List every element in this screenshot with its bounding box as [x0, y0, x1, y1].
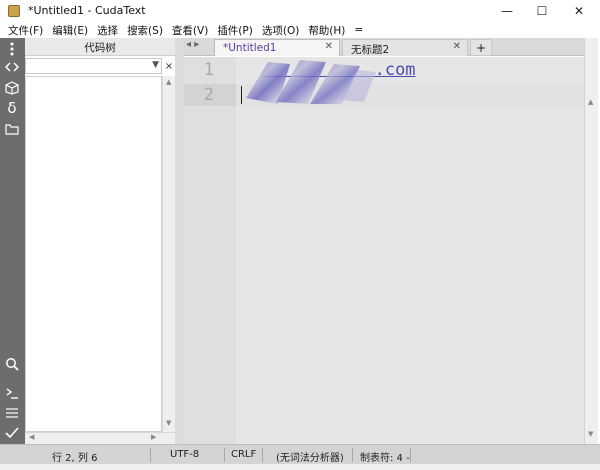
tab-label: 无标题2: [351, 44, 390, 56]
status-bar: 行 2, 列 6 UTF-8 CRLF (无词法分析器) 制表符: 4 -: [0, 444, 600, 464]
code-tree-filter-combo[interactable]: ▼: [25, 58, 162, 74]
status-divider: [150, 448, 151, 462]
status-divider: [410, 448, 411, 462]
line-number-1: 1: [203, 60, 214, 80]
panel-splitter[interactable]: [175, 38, 184, 444]
close-icon[interactable]: ✕: [325, 41, 333, 52]
search-icon[interactable]: [3, 355, 21, 373]
code-tree-list[interactable]: [25, 76, 162, 432]
status-lexer[interactable]: (无词法分析器): [276, 449, 344, 464]
app-logo-icon: [8, 5, 20, 17]
folder-icon[interactable]: [3, 120, 21, 138]
menu-plugins[interactable]: 插件(P): [217, 23, 253, 38]
status-divider: [262, 448, 263, 462]
tab-untitled2[interactable]: 无标题2 ✕: [342, 39, 468, 56]
status-divider: [224, 448, 225, 462]
menu-help[interactable]: 帮助(H): [308, 23, 345, 38]
close-button[interactable]: ✕: [562, 0, 596, 22]
chevron-down-icon[interactable]: ▼: [152, 60, 159, 70]
maximize-button[interactable]: ☐: [525, 0, 559, 22]
menu-file[interactable]: 文件(F): [8, 23, 43, 38]
tab-label: *Untitled1: [223, 42, 277, 54]
scroll-left-icon[interactable]: ◀: [29, 433, 34, 441]
code-line-1-text: .com: [374, 60, 416, 80]
code-tree-icon[interactable]: [3, 58, 21, 76]
code-tree-title: 代码树: [84, 42, 116, 54]
scroll-right-icon[interactable]: ▶: [151, 433, 156, 441]
menu-extra[interactable]: =: [354, 24, 363, 36]
close-icon[interactable]: ✕: [453, 41, 461, 52]
scroll-down-icon[interactable]: ▼: [166, 419, 171, 427]
console-icon[interactable]: [3, 384, 21, 402]
menu-options[interactable]: 选项(O): [262, 23, 299, 38]
menu-select[interactable]: 选择: [97, 23, 118, 38]
list-icon[interactable]: [3, 404, 21, 422]
status-encoding[interactable]: UTF-8: [170, 449, 199, 460]
redaction-blur: [246, 60, 376, 104]
code-tree-header: 代码树: [25, 38, 175, 56]
scroll-up-icon[interactable]: ▲: [166, 78, 171, 86]
editor-vertical-scrollbar[interactable]: ▲ ▼: [584, 38, 598, 444]
add-tab-button[interactable]: +: [470, 39, 492, 56]
tab-nav-arrows[interactable]: ◂ ▸: [186, 39, 199, 50]
status-caret-position[interactable]: 行 2, 列 6: [52, 449, 97, 464]
tab-untitled1[interactable]: *Untitled1 ✕: [214, 39, 340, 56]
text-caret: [241, 86, 242, 104]
minimize-button[interactable]: —: [490, 0, 524, 22]
line-number-2: 2: [203, 85, 214, 105]
code-tree-close-button[interactable]: ×: [163, 58, 175, 74]
status-divider: [352, 448, 353, 462]
menu-bar: 文件(F) 编辑(E) 选择 搜索(S) 查看(V) 插件(P) 选项(O) 帮…: [0, 22, 600, 38]
check-icon[interactable]: [3, 424, 21, 442]
project-icon[interactable]: [3, 79, 21, 97]
more-icon[interactable]: [3, 40, 21, 58]
code-tree-vertical-scrollbar[interactable]: ▲ ▼: [162, 76, 175, 432]
menu-search[interactable]: 搜索(S): [127, 23, 163, 38]
scroll-up-icon[interactable]: ▲: [588, 98, 593, 106]
window-bottom-edge: [0, 464, 600, 470]
editor-area[interactable]: [236, 57, 584, 444]
line-number-gutter: [184, 57, 236, 444]
window-title: *Untitled1 - CudaText: [28, 4, 146, 17]
menu-view[interactable]: 查看(V): [172, 23, 208, 38]
code-tree-horizontal-scrollbar[interactable]: ◀ ▶: [25, 432, 175, 444]
scroll-down-icon[interactable]: ▼: [588, 430, 593, 438]
status-line-ending[interactable]: CRLF: [231, 449, 256, 460]
status-tab-size[interactable]: 制表符: 4 -: [360, 449, 410, 464]
menu-edit[interactable]: 编辑(E): [52, 23, 88, 38]
snippets-icon[interactable]: δ: [3, 99, 21, 117]
